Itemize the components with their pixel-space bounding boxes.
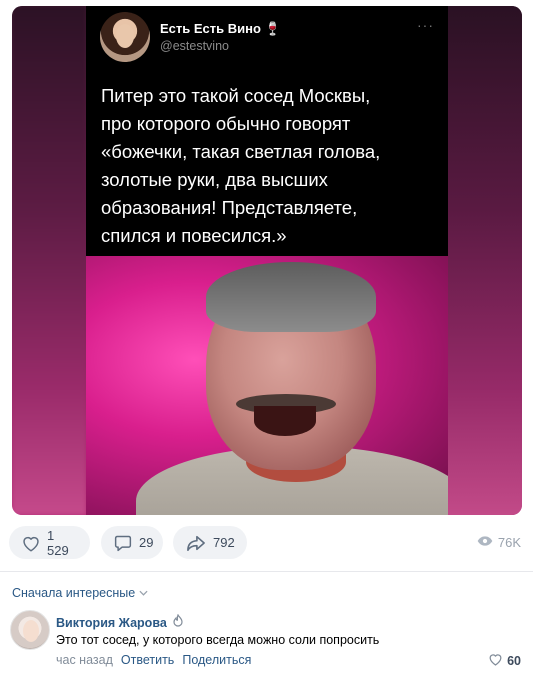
reply-link[interactable]: Ответить — [121, 653, 174, 667]
heart-icon — [488, 652, 503, 669]
share-icon — [185, 534, 207, 552]
comment-icon — [113, 534, 133, 552]
sort-label: Сначала интересные — [12, 586, 136, 600]
fire-badge-icon — [173, 613, 183, 631]
laughing-man-photo — [86, 256, 448, 515]
comment-count: 29 — [139, 535, 154, 550]
comment-like-button[interactable]: 60 — [488, 652, 521, 669]
image-blur-left — [12, 6, 86, 515]
comment-author-name[interactable]: Виктория Жарова — [56, 613, 183, 631]
tweet-author-handle: @estestvino — [160, 39, 229, 53]
comment-meta: час назад Ответить Поделиться — [56, 653, 251, 667]
tweet-text: Питер это такой сосед Москвы, про которо… — [101, 85, 381, 246]
like-count: 1 529 — [47, 527, 69, 558]
tweet-author-name: Есть Есть Вино 🍷 — [160, 21, 281, 36]
post-image[interactable]: Есть Есть Вино 🍷 @estestvino ··· Питер э… — [12, 6, 522, 515]
tweet-screenshot: Есть Есть Вино 🍷 @estestvino ··· Питер э… — [86, 6, 448, 256]
comment-time[interactable]: час назад — [56, 653, 113, 667]
views-count: 76K — [497, 535, 521, 550]
divider — [0, 571, 533, 572]
share-count: 792 — [213, 535, 235, 550]
post-actions: 1 529 29 792 76K — [0, 526, 533, 560]
comment-text: Это тот сосед, у которого всегда можно с… — [56, 633, 380, 647]
chevron-down-icon — [139, 588, 148, 599]
image-blur-right — [448, 6, 522, 515]
share-comment-link[interactable]: Поделиться — [182, 653, 251, 667]
share-button[interactable]: 792 — [173, 526, 247, 559]
comment-like-count: 60 — [507, 653, 521, 668]
like-button[interactable]: 1 529 — [9, 526, 90, 559]
comment-button[interactable]: 29 — [101, 526, 163, 559]
comments-sort-dropdown[interactable]: Сначала интересные — [12, 586, 148, 600]
eye-icon — [477, 535, 493, 550]
heart-icon — [21, 534, 41, 552]
tweet-author-avatar — [100, 12, 150, 62]
more-icon: ··· — [417, 17, 434, 33]
comment-author-label: Виктория Жарова — [56, 615, 167, 630]
views-counter: 76K — [477, 535, 521, 550]
comment-author-avatar[interactable] — [10, 610, 50, 650]
